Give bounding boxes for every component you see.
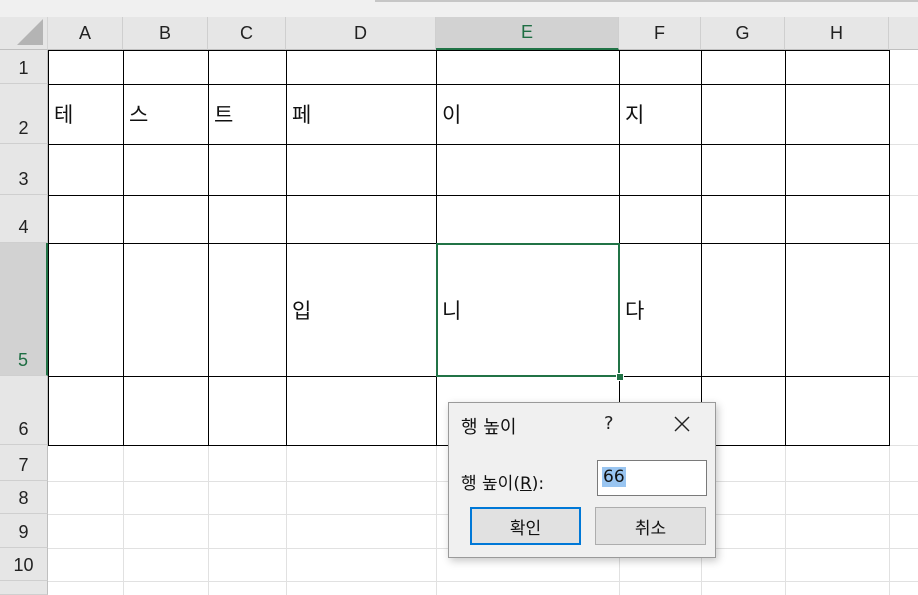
active-cell-border bbox=[436, 243, 620, 377]
column-header-f[interactable]: F bbox=[619, 17, 701, 50]
row-header-1[interactable]: 1 bbox=[0, 50, 48, 84]
cell-border-vertical bbox=[701, 50, 702, 446]
cell-b2[interactable]: 스 bbox=[123, 84, 208, 144]
cell-border-horizontal bbox=[48, 50, 890, 51]
cell-border-horizontal bbox=[48, 144, 890, 145]
close-icon bbox=[674, 416, 690, 432]
column-header-d[interactable]: D bbox=[286, 17, 436, 50]
column-header-h[interactable]: H bbox=[785, 17, 889, 50]
toolbar-edge bbox=[375, 0, 918, 2]
column-header-filler bbox=[889, 17, 918, 50]
row-height-dialog: 행 높이 ? 행 높이(R): 66 확인 취소 bbox=[448, 402, 716, 558]
row-header-filler bbox=[0, 581, 48, 595]
select-all-corner[interactable] bbox=[0, 17, 48, 50]
label-prefix: 행 높이( bbox=[461, 474, 520, 494]
toolbar-strip bbox=[0, 0, 918, 17]
row-header-10[interactable]: 10 bbox=[0, 548, 48, 581]
column-header-a[interactable]: A bbox=[48, 17, 123, 50]
cell-e2[interactable]: 이 bbox=[436, 84, 619, 144]
row-height-label: 행 높이(R): bbox=[461, 469, 544, 494]
row-header-2[interactable]: 2 bbox=[0, 84, 48, 144]
cell-f2[interactable]: 지 bbox=[619, 84, 701, 144]
column-header-c[interactable]: C bbox=[208, 17, 286, 50]
select-all-triangle bbox=[17, 19, 43, 45]
row-header-3[interactable]: 3 bbox=[0, 144, 48, 195]
cell-f5[interactable]: 다 bbox=[619, 243, 701, 376]
fill-handle[interactable] bbox=[616, 373, 624, 381]
cell-d5[interactable]: 입 bbox=[286, 243, 436, 376]
column-header-b[interactable]: B bbox=[123, 17, 208, 50]
gridline-horizontal bbox=[48, 581, 918, 582]
dialog-title: 행 높이 bbox=[461, 417, 517, 438]
cell-border-vertical bbox=[785, 50, 786, 446]
column-header-e[interactable]: E bbox=[436, 17, 619, 50]
column-header-g[interactable]: G bbox=[701, 17, 785, 50]
row-header-5[interactable]: 5 bbox=[0, 243, 48, 376]
row-header-6[interactable]: 6 bbox=[0, 376, 48, 445]
cell-border-horizontal bbox=[48, 195, 890, 196]
row-height-value: 66 bbox=[602, 467, 626, 487]
cell-d2[interactable]: 페 bbox=[286, 84, 436, 144]
ok-button[interactable]: 확인 bbox=[470, 507, 581, 545]
row-height-input[interactable]: 66 bbox=[597, 460, 707, 496]
close-button[interactable] bbox=[665, 409, 699, 439]
label-mnemonic: R bbox=[519, 474, 532, 494]
help-button[interactable]: ? bbox=[604, 413, 614, 434]
row-header-4[interactable]: 4 bbox=[0, 195, 48, 243]
row-header-7[interactable]: 7 bbox=[0, 445, 48, 481]
cancel-button[interactable]: 취소 bbox=[595, 507, 706, 545]
row-header-9[interactable]: 9 bbox=[0, 514, 48, 548]
label-suffix: ): bbox=[531, 474, 545, 494]
cell-border-vertical bbox=[889, 50, 890, 446]
row-header-8[interactable]: 8 bbox=[0, 481, 48, 514]
cell-a2[interactable]: 테 bbox=[48, 84, 123, 144]
cell-c2[interactable]: 트 bbox=[208, 84, 286, 144]
